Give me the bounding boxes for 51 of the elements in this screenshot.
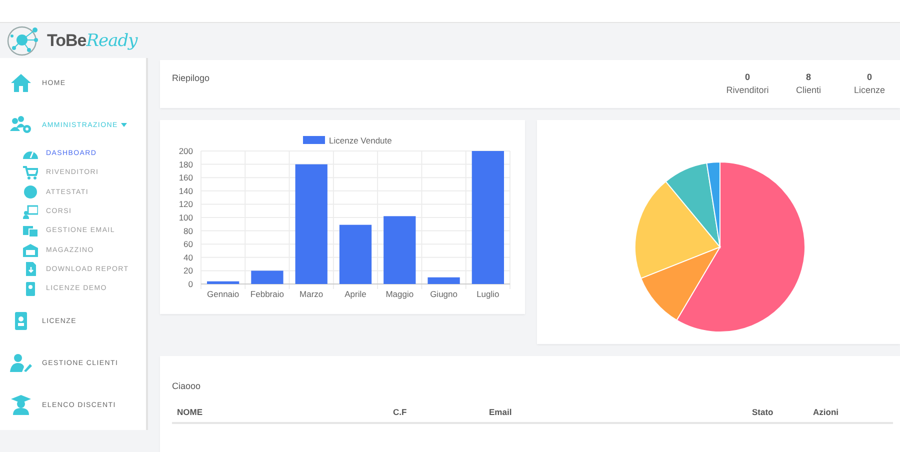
legend-label: Licenze Vendute	[329, 136, 392, 146]
column-header: C.F	[392, 407, 408, 417]
bar	[428, 277, 460, 284]
graduate-icon	[10, 395, 32, 416]
card-title: Ciaooo	[172, 380, 202, 391]
caret-down-icon	[120, 123, 127, 127]
x-tick-label: Marzo	[300, 289, 324, 299]
bar	[339, 224, 372, 284]
y-tick-label: 40	[184, 252, 193, 262]
x-tick-label: Maggio	[386, 289, 414, 299]
x-tick-label: Gennaio	[207, 289, 240, 299]
stat-value: 0	[744, 72, 750, 82]
y-tick-label: 200	[178, 146, 193, 156]
stat-value: 0	[866, 72, 872, 82]
cart-icon	[23, 166, 38, 180]
column-header: Email	[488, 407, 513, 417]
card-title: Riepilogo	[172, 72, 210, 85]
id-card-icon	[23, 282, 38, 296]
bar	[207, 281, 240, 284]
y-tick-label: 80	[184, 226, 193, 236]
y-tick-label: 60	[184, 239, 193, 250]
stat-label: Rivenditori	[726, 85, 769, 95]
y-tick-label: 0	[188, 279, 193, 289]
home-icon	[10, 73, 32, 93]
x-tick-label: Luglio	[476, 289, 500, 299]
y-tick-label: 100	[178, 212, 193, 222]
logo-text: ToBeReady	[47, 30, 138, 50]
y-tick-label: 160	[178, 172, 193, 183]
column-header: NOME	[176, 407, 204, 417]
bar	[384, 216, 416, 284]
people-gear-icon	[10, 115, 32, 135]
y-tick-label: 120	[178, 199, 193, 210]
warehouse-icon	[23, 243, 38, 258]
file-download-icon	[23, 262, 38, 276]
column-header: Stato	[751, 407, 774, 417]
user-pencil-icon	[10, 353, 32, 374]
stat-label: Licenze	[854, 85, 886, 95]
y-tick-label: 20	[184, 266, 193, 276]
presenter-icon	[23, 204, 38, 219]
x-tick-label: Febbraio	[250, 289, 284, 299]
column-header: Azioni	[812, 407, 840, 417]
envelope-icon	[23, 224, 38, 238]
legend-swatch	[303, 136, 325, 144]
x-tick-label: Aprile	[344, 289, 366, 299]
x-tick-label: Giugno	[430, 289, 458, 299]
stat-label: Clienti	[796, 85, 821, 95]
y-tick-label: 180	[178, 159, 193, 170]
bar	[251, 270, 284, 284]
y-tick-label: 140	[178, 186, 193, 196]
stat-value: 8	[806, 72, 811, 82]
chart-legend: Licenze Vendute	[303, 136, 392, 146]
